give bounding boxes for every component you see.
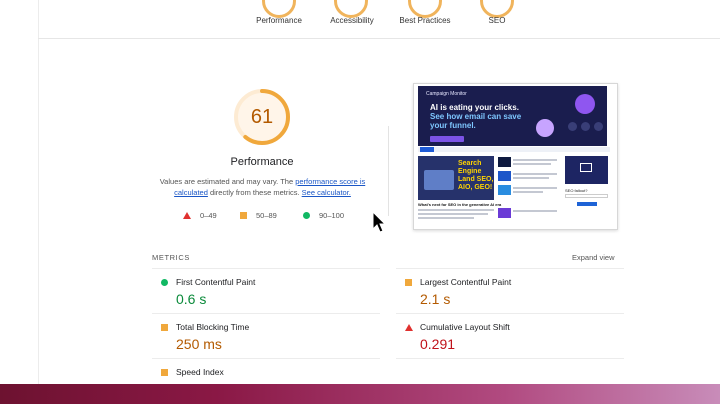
thumbnail-side-ad: [565, 156, 608, 184]
metric-first-contentful-paint: First Contentful Paint 0.6 s: [152, 268, 380, 314]
thumbnail-logo: [420, 147, 434, 152]
lighthouse-report: Performance Accessibility Best Practices…: [0, 0, 720, 384]
metric-value: 2.1 s: [420, 291, 451, 307]
legend-poor: 0–49: [183, 211, 217, 220]
pacman-graphic: [536, 119, 554, 137]
performance-title: Performance: [230, 156, 294, 168]
thumbnail-story-2: [498, 171, 511, 181]
average-square-icon: [405, 279, 412, 286]
thumbnail-brand: Campaign Monitor: [426, 91, 467, 97]
thumbnail-cta-button: [430, 136, 464, 142]
metric-name: Cumulative Layout Shift: [420, 322, 510, 332]
legend-average: 50–89: [240, 211, 277, 220]
legend-good: 90–100: [303, 211, 344, 220]
metric-largest-contentful-paint: Largest Contentful Paint 2.1 s: [396, 268, 624, 314]
thumbnail-side-text: SEO fallout?: [565, 188, 588, 193]
thumb-line: [513, 191, 543, 193]
category-gauges-row: Performance Accessibility Best Practices…: [38, 0, 720, 39]
legend-poor-label: 0–49: [200, 211, 217, 220]
thumb-line: [513, 163, 551, 165]
circle-icon: [303, 212, 310, 219]
envelope-icon: [580, 163, 592, 172]
metric-value: 250 ms: [176, 336, 222, 352]
legend-good-label: 90–100: [319, 211, 345, 220]
metric-name: First Contentful Paint: [176, 277, 256, 287]
thumbnail-hero-banner: Campaign Monitor AI is eating your click…: [418, 86, 607, 146]
thumbnail-feature-card: Search Engine Land SEO, AIO, GEO!: [418, 156, 494, 200]
thumbnail-icon-3: [594, 122, 603, 131]
thumbnail-headline: AI is eating your clicks.: [430, 103, 519, 112]
metric-name: Total Blocking Time: [176, 322, 250, 332]
vertical-divider: [388, 126, 389, 216]
category-accessibility-label[interactable]: Accessibility: [330, 16, 374, 25]
score-description: Values are estimated and may vary. The p…: [150, 176, 375, 198]
thumbnail-side-button: [577, 202, 597, 206]
thumbnail-subhead: See how email can save your funnel.: [430, 112, 522, 130]
page-screenshot-thumbnail[interactable]: Campaign Monitor AI is eating your click…: [413, 83, 618, 230]
good-circle-icon: [161, 279, 168, 286]
thumb-line: [418, 217, 474, 219]
description-text-1: Values are estimated and may vary. The: [159, 177, 296, 186]
thumbnail-story-3: [498, 185, 511, 195]
metric-name: Speed Index: [176, 367, 224, 377]
expand-view-toggle[interactable]: Expand view: [572, 253, 615, 262]
category-seo-label[interactable]: SEO: [489, 16, 506, 25]
category-best-practices-label[interactable]: Best Practices: [399, 16, 450, 25]
metric-speed-index: Speed Index: [152, 358, 380, 385]
description-text-2: directly from these metrics.: [207, 188, 302, 197]
thumb-line: [513, 177, 549, 179]
purple-circle-graphic: [575, 94, 595, 114]
triangle-icon: [183, 212, 191, 219]
thumb-line: [513, 210, 557, 212]
thumbnail-article-title: What's next for SEO in the generative AI…: [418, 202, 502, 207]
average-square-icon: [161, 324, 168, 331]
desktop-background-strip: [0, 384, 720, 404]
thumbnail-nav-bar: [418, 147, 610, 152]
metric-name: Largest Contentful Paint: [420, 277, 512, 287]
thumbnail-side-input: [565, 194, 608, 198]
thumb-line: [513, 159, 557, 161]
square-icon: [240, 212, 247, 219]
performance-score-gauge: 61: [232, 87, 292, 147]
thumb-line: [513, 173, 557, 175]
metric-row-divider: [396, 358, 624, 385]
poor-triangle-icon: [405, 324, 413, 331]
thumbnail-story-4: [498, 208, 511, 218]
thumb-line: [418, 213, 488, 215]
thumbnail-card-text: Search Engine Land SEO, AIO, GEO!: [458, 160, 494, 191]
laptop-graphic: [424, 170, 454, 190]
mouse-cursor-icon: [372, 211, 387, 233]
category-performance-label[interactable]: Performance: [256, 16, 302, 25]
thumbnail-story-1: [498, 157, 511, 167]
metric-total-blocking-time: Total Blocking Time 250 ms: [152, 313, 380, 359]
thumb-line: [418, 209, 494, 211]
see-calculator-link[interactable]: See calculator.: [302, 188, 351, 197]
metric-value: 0.6 s: [176, 291, 207, 307]
average-square-icon: [161, 369, 168, 376]
metric-value: 0.291: [420, 336, 456, 352]
legend-average-label: 50–89: [256, 211, 277, 220]
thumbnail-icon-1: [568, 122, 577, 131]
thumbnail-icon-2: [581, 122, 590, 131]
metrics-header: METRICS: [152, 253, 190, 262]
metric-cumulative-layout-shift: Cumulative Layout Shift 0.291: [396, 313, 624, 359]
performance-score-value: 61: [250, 106, 274, 128]
thumb-line: [513, 187, 557, 189]
left-gutter: [0, 0, 39, 384]
